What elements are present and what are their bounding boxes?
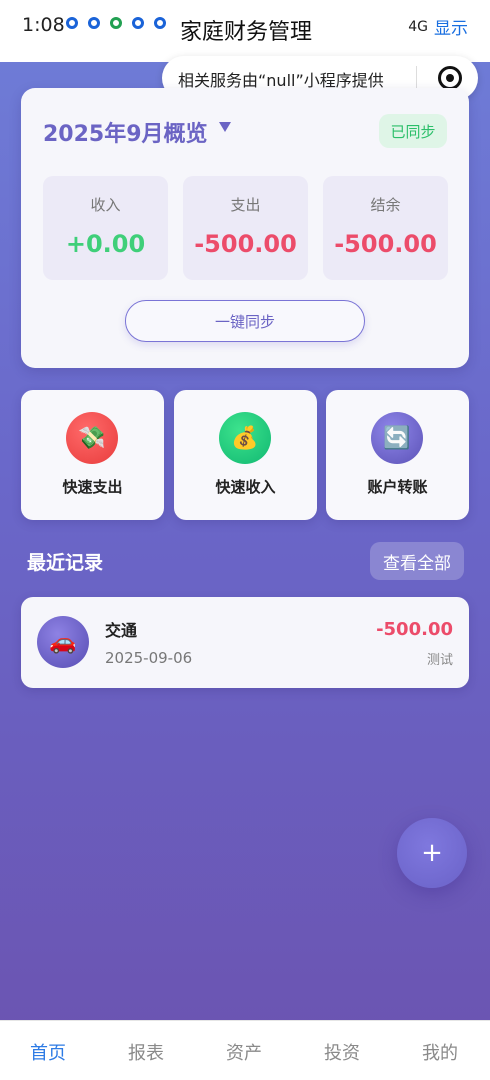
record-amount: -500.00 — [376, 619, 453, 640]
overview-card: 2025年9月概览 已同步 收入 +0.00 支出 -500.00 结余 -50… — [21, 88, 469, 368]
quick-income-button[interactable]: 💰 快速收入 — [174, 390, 317, 520]
quick-expense-button[interactable]: 💸 快速支出 — [21, 390, 164, 520]
show-label[interactable]: 显示 — [434, 14, 468, 39]
stat-value: +0.00 — [65, 230, 146, 258]
notification-icon — [88, 17, 100, 29]
tab-investment[interactable]: 投资 — [324, 1039, 360, 1065]
add-record-button[interactable]: + — [397, 818, 467, 888]
quick-action-label: 账户转账 — [367, 478, 428, 496]
list-item[interactable]: 🚗 交通 2025-09-06 -500.00 测试 — [21, 597, 469, 688]
notification-icon — [110, 17, 122, 29]
status-time: 1:08 — [22, 14, 65, 36]
sync-button[interactable]: 一键同步 — [125, 300, 365, 342]
balance-stat: 结余 -500.00 — [323, 176, 448, 280]
caret-down-icon[interactable] — [219, 122, 231, 132]
quick-action-label: 快速收入 — [215, 478, 276, 496]
record-date: 2025-09-06 — [105, 649, 193, 667]
stat-label: 结余 — [370, 196, 401, 214]
view-all-button[interactable]: 查看全部 — [370, 542, 464, 580]
status-indicators: 4G 显示 — [408, 14, 468, 40]
plus-icon: + — [421, 838, 443, 868]
refresh-icon: 🔄 — [371, 412, 423, 464]
record-note: 测试 — [426, 653, 453, 668]
overview-title[interactable]: 2025年9月概览 — [43, 116, 208, 148]
notification-icon — [132, 17, 144, 29]
sync-status-badge: 已同步 — [379, 114, 447, 148]
tab-reports[interactable]: 报表 — [128, 1039, 164, 1065]
stat-label: 支出 — [230, 196, 261, 214]
signal-label: 4G — [408, 18, 428, 35]
tab-mine[interactable]: 我的 — [422, 1039, 458, 1065]
stat-value: -500.00 — [194, 230, 297, 258]
notification-icons — [66, 17, 166, 29]
money-wings-icon: 💸 — [66, 412, 118, 464]
notification-icon — [154, 17, 166, 29]
quick-action-label: 快速支出 — [62, 478, 123, 496]
status-bar: 1:08 家庭财务管理 4G 显示 — [0, 0, 490, 62]
capsule-divider — [416, 66, 417, 90]
tab-home[interactable]: 首页 — [30, 1039, 66, 1065]
car-icon: 🚗 — [37, 616, 89, 668]
notification-icon — [66, 17, 78, 29]
stat-value: -500.00 — [334, 230, 437, 258]
expense-stat: 支出 -500.00 — [183, 176, 308, 280]
target-icon[interactable] — [438, 66, 462, 90]
bottom-tab-bar: 首页 报表 资产 投资 我的 — [0, 1020, 490, 1080]
recent-records-title: 最近记录 — [27, 552, 104, 574]
app-title: 家庭财务管理 — [180, 20, 313, 45]
tab-assets[interactable]: 资产 — [226, 1039, 262, 1065]
account-transfer-button[interactable]: 🔄 账户转账 — [326, 390, 469, 520]
income-stat: 收入 +0.00 — [43, 176, 168, 280]
stat-label: 收入 — [90, 196, 121, 214]
record-category: 交通 — [105, 621, 138, 640]
money-bag-icon: 💰 — [219, 412, 271, 464]
